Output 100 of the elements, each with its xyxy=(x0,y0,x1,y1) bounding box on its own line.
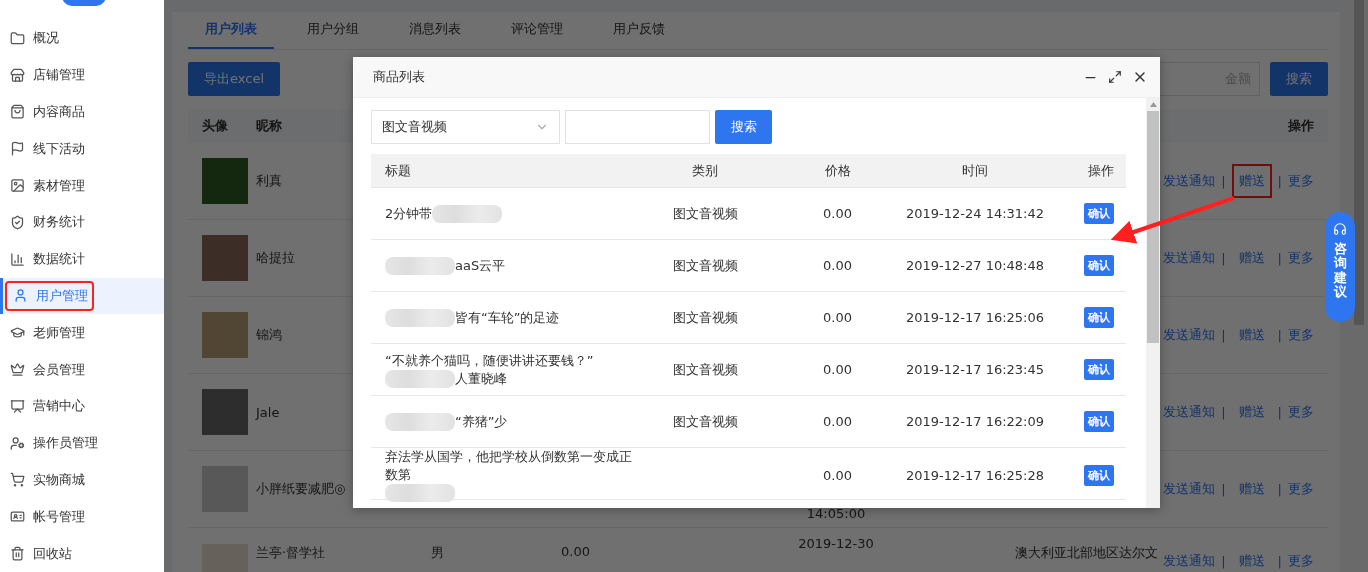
sidebar-item[interactable]: 操作员管理 xyxy=(0,424,164,462)
sidebar-item[interactable]: 概况 xyxy=(0,20,164,57)
table-cell: 哈提拉 xyxy=(256,249,295,267)
table-cell-text: 2019-12-17 16:25:06 xyxy=(904,310,1046,325)
shield-icon xyxy=(10,214,25,230)
title-text: 人董晓峰 xyxy=(455,369,507,388)
separator: | xyxy=(1277,173,1282,189)
table-cell-text: 0.00 xyxy=(822,310,853,325)
search-button[interactable]: 搜索 xyxy=(1270,61,1328,96)
sidebar-item[interactable]: 实物商城 xyxy=(0,461,164,499)
store-icon xyxy=(10,67,25,83)
sidebar-item[interactable]: 内容商品 xyxy=(0,93,164,131)
tab[interactable]: 评论管理 xyxy=(494,20,580,49)
confirm-button[interactable]: 确认 xyxy=(1084,203,1114,224)
scrollbar[interactable] xyxy=(1146,98,1160,508)
blurred-text xyxy=(385,412,455,431)
table-cell-text: 2019-12-27 10:48:48 xyxy=(904,258,1046,273)
blurred-text xyxy=(385,256,455,275)
separator: | xyxy=(1221,553,1226,569)
table-cell-text: 图文音视频 xyxy=(671,308,739,327)
separator: | xyxy=(1277,327,1282,343)
presentation-icon xyxy=(10,398,25,414)
separator: | xyxy=(1277,481,1282,497)
action-link[interactable]: 发送通知 xyxy=(1163,403,1216,421)
separator: | xyxy=(1221,404,1226,420)
title-text: “养猪”少 xyxy=(455,412,508,431)
crown-icon xyxy=(10,362,25,378)
sidebar-item[interactable]: 回收站 xyxy=(0,535,164,572)
category-select[interactable]: 图文音视频 xyxy=(371,110,560,144)
confirm-button[interactable]: 确认 xyxy=(1084,359,1114,380)
separator: | xyxy=(1221,481,1226,497)
scroll-up-icon[interactable] xyxy=(1149,102,1157,107)
column-header: 头像 xyxy=(202,117,229,135)
action-link[interactable]: 更多 xyxy=(1288,552,1314,570)
action-link[interactable]: 发送通知 xyxy=(1163,480,1216,498)
user-icon xyxy=(13,288,28,304)
blurred-text xyxy=(432,204,503,223)
column-header: 时间 xyxy=(961,161,989,180)
confirm-button[interactable]: 确认 xyxy=(1084,464,1114,486)
sidebar-item[interactable]: 财务统计 xyxy=(0,204,164,241)
tab[interactable]: 用户分组 xyxy=(290,20,376,49)
column-header: 类别 xyxy=(691,161,719,180)
sidebar-item[interactable]: 线下活动 xyxy=(0,130,164,168)
separator: | xyxy=(1221,327,1226,343)
separator: | xyxy=(1277,250,1282,266)
sidebar-item[interactable]: 老师管理 xyxy=(0,314,164,352)
sidebar-item[interactable]: 用户管理 xyxy=(0,277,164,315)
confirm-button[interactable]: 确认 xyxy=(1084,307,1114,328)
table-cell-text: 图文音视频 xyxy=(671,360,739,379)
action-link[interactable]: 发送通知 xyxy=(1163,552,1216,570)
avatar-photo-placeholder xyxy=(202,466,248,512)
action-link[interactable]: 赠送 xyxy=(1231,544,1272,572)
blurred-text xyxy=(385,484,455,502)
search-button[interactable]: 搜索 xyxy=(715,110,772,144)
action-link[interactable]: 发送通知 xyxy=(1163,326,1216,344)
action-link[interactable]: 更多 xyxy=(1288,249,1314,267)
action-link[interactable]: 更多 xyxy=(1288,326,1314,344)
action-link[interactable]: 赠送 xyxy=(1231,395,1272,429)
sidebar-item[interactable]: 数据统计 xyxy=(0,240,164,278)
sidebar-item[interactable]: 会员管理 xyxy=(0,351,164,388)
table-cell-text: 0.00 xyxy=(822,414,853,429)
table-cell-text: 图文音视频 xyxy=(671,256,739,275)
id-card-icon xyxy=(10,509,25,525)
sidebar-item[interactable]: 店铺管理 xyxy=(0,56,164,94)
table-cell: 兰亭·督学社 xyxy=(256,544,326,562)
action-link[interactable]: 更多 xyxy=(1288,403,1314,421)
table-cell-text: 2019-12-17 16:22:09 xyxy=(904,414,1046,429)
action-link[interactable]: 赠送 xyxy=(1231,164,1272,198)
export-button[interactable]: 导出excel xyxy=(188,61,280,96)
action-link[interactable]: 赠送 xyxy=(1231,241,1272,275)
avatar-photo-placeholder xyxy=(202,312,248,358)
action-link[interactable]: 更多 xyxy=(1288,172,1314,190)
action-link[interactable]: 发送通知 xyxy=(1163,249,1216,267)
bar-chart-icon xyxy=(10,251,25,267)
table-cell-text: 0.00 xyxy=(822,362,853,377)
headset-icon xyxy=(1333,222,1347,236)
column-header: 操作 xyxy=(1087,161,1114,180)
sidebar-item[interactable]: 营销中心 xyxy=(0,387,164,425)
confirm-button[interactable]: 确认 xyxy=(1084,411,1114,432)
bag-icon xyxy=(10,104,25,120)
tab[interactable]: 消息列表 xyxy=(392,20,478,49)
action-link[interactable]: 赠送 xyxy=(1231,318,1272,352)
tab[interactable]: 用户反馈 xyxy=(596,20,682,49)
action-link[interactable]: 发送通知 xyxy=(1163,172,1216,190)
sidebar-item[interactable]: 素材管理 xyxy=(0,167,164,204)
image-icon xyxy=(10,178,25,194)
table-cell: 0.00 xyxy=(561,544,590,559)
avatar-photo-placeholder xyxy=(202,389,248,435)
table-cell-text: 图文音视频 xyxy=(671,412,739,431)
table-cell-text: 2019-12-17 16:25:28 xyxy=(904,467,1046,483)
sidebar-item[interactable]: 帐号管理 xyxy=(0,498,164,536)
search-input[interactable] xyxy=(565,110,710,144)
tab[interactable]: 用户列表 xyxy=(188,20,274,49)
table-cell-text: 0.00 xyxy=(822,467,853,483)
maximize-icon[interactable] xyxy=(1108,70,1122,84)
action-link[interactable]: 更多 xyxy=(1288,480,1314,498)
action-link[interactable]: 赠送 xyxy=(1231,472,1272,506)
consult-button[interactable]: 咨询建议 xyxy=(1325,212,1355,322)
title-text: 弃法学从国学，他把学校从倒数第一变成正数第 xyxy=(385,448,633,484)
confirm-button[interactable]: 确认 xyxy=(1084,255,1114,276)
